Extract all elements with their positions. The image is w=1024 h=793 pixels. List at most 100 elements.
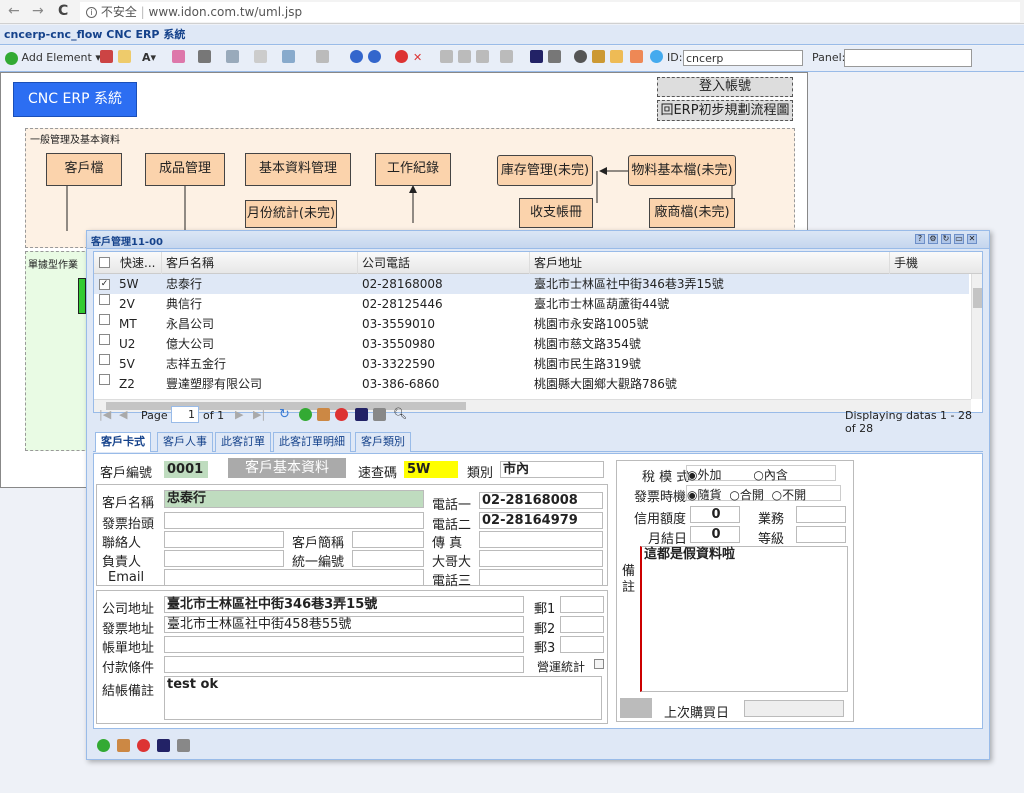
grade-field[interactable] [796, 526, 846, 543]
delete-icon[interactable] [137, 739, 150, 752]
node-basic-data[interactable]: 基本資料管理 [245, 153, 351, 186]
save-icon[interactable] [157, 739, 170, 752]
email-field[interactable] [164, 569, 424, 586]
panel-input[interactable] [844, 49, 972, 67]
table-row[interactable]: Z2 豐達塑膠有限公司 03-386-6860 桃園縣大園鄉大觀路786號 [94, 374, 969, 394]
select-all-checkbox[interactable] [99, 257, 110, 268]
type-field[interactable]: 市內 [500, 461, 604, 478]
node-work-log[interactable]: 工作紀錄 [375, 153, 451, 186]
inv-radio-off-icon[interactable]: ○ [729, 488, 739, 502]
node-supplier[interactable]: 廠商檔(未完) [649, 198, 735, 228]
doc2-icon[interactable] [458, 50, 471, 63]
save-icon[interactable] [355, 408, 368, 421]
vertical-scrollbar[interactable] [971, 274, 982, 399]
phone3-field[interactable] [479, 569, 603, 586]
zip1-field[interactable] [560, 596, 604, 613]
delete-icon[interactable]: ✕ [413, 50, 422, 66]
maximize-icon[interactable]: ▭ [954, 234, 964, 244]
tab-orders[interactable]: 此客訂單 [215, 432, 271, 452]
invoice-title-field[interactable] [164, 512, 424, 529]
table-row[interactable]: ✓ 5W 忠泰行 02-28168008 臺北市士林區社中街346巷3弄15號 [94, 274, 969, 294]
paste-icon[interactable] [118, 50, 131, 63]
id-input[interactable]: cncerp [683, 50, 803, 66]
tax-radio-on-icon[interactable]: ◉ [687, 468, 697, 482]
save-icon[interactable] [530, 50, 543, 63]
scroll-thumb[interactable] [973, 288, 982, 308]
row-checkbox[interactable] [99, 314, 110, 325]
node-ledger[interactable]: 收支帳冊 [519, 198, 593, 228]
close-icon[interactable]: ✕ [967, 234, 977, 244]
address-bar[interactable]: i 不安全 | www.idon.com.tw/uml.jsp [80, 2, 1020, 22]
first-page-icon[interactable]: |◀ [99, 408, 111, 421]
row-checkbox[interactable] [99, 354, 110, 365]
redo-icon[interactable] [368, 50, 381, 63]
edit-icon[interactable] [117, 739, 130, 752]
node-material[interactable]: 物料基本檔(未完) [628, 155, 736, 186]
table-row[interactable]: 5V 志祥五金行 03-3322590 桃園市民生路319號 [94, 354, 969, 374]
tab-order-details[interactable]: 此客訂單明細 [273, 432, 351, 452]
grid-icon[interactable] [500, 50, 513, 63]
refresh-icon[interactable]: ↻ [279, 407, 290, 422]
print-icon[interactable] [177, 739, 190, 752]
add-icon[interactable] [97, 739, 110, 752]
contact-field[interactable] [164, 531, 284, 548]
col-address[interactable]: 客戶地址 [530, 252, 890, 274]
add-icon[interactable] [299, 408, 312, 421]
window-header[interactable]: 客戶管理11-00 ? ⚙ ↻ ▭ ✕ [87, 231, 989, 249]
help-icon[interactable]: ? [915, 234, 925, 244]
pen-icon[interactable] [100, 50, 113, 63]
tax-radio-off-icon[interactable]: ○ [753, 468, 763, 482]
last-page-icon[interactable]: ▶| [253, 408, 265, 421]
fax-field[interactable] [479, 531, 603, 548]
table-icon[interactable] [316, 50, 329, 63]
tools-icon[interactable] [548, 50, 561, 63]
tab-customer-category[interactable]: 客戶類別 [355, 432, 411, 452]
row-checkbox[interactable] [99, 374, 110, 385]
remark-field[interactable]: 這都是假資料啦 [640, 546, 848, 692]
owner-field[interactable] [164, 550, 284, 567]
mobile-field[interactable] [479, 550, 603, 567]
inv-radio-off2-icon[interactable]: ○ [772, 488, 782, 502]
col-quick[interactable]: 快速... [116, 252, 162, 274]
page-icon[interactable] [254, 50, 267, 63]
add-element-button[interactable]: Add Element ▾ [5, 50, 101, 66]
close-day-field[interactable]: 0 [690, 526, 740, 543]
search-icon[interactable]: 🔍︎ [393, 407, 407, 420]
edit-icon[interactable] [317, 408, 330, 421]
addr-field[interactable]: 臺北市士林區社中街346巷3弄15號 [164, 596, 524, 613]
folder-icon[interactable] [610, 50, 623, 63]
gear-icon[interactable]: ⚙ [928, 234, 938, 244]
undo-icon[interactable] [350, 50, 363, 63]
globe-icon[interactable] [282, 50, 295, 63]
note-field[interactable]: test ok [164, 676, 602, 720]
col-phone[interactable]: 公司電話 [358, 252, 530, 274]
table-row[interactable]: U2 億大公司 03-3550980 桃園市慈文路354號 [94, 334, 969, 354]
key-icon[interactable] [592, 50, 605, 63]
reload-icon[interactable]: C [58, 3, 68, 19]
delete-icon[interactable] [335, 408, 348, 421]
refresh-icon[interactable] [630, 50, 643, 63]
font-color-icon[interactable]: A▾ [142, 50, 156, 66]
name-field[interactable]: 忠泰行 [164, 490, 424, 508]
row-checkbox[interactable] [99, 334, 110, 345]
table-row[interactable]: 2V 典信行 02-28125446 臺北市士林區葫蘆街44號 [94, 294, 969, 314]
tab-customer-staff[interactable]: 客戶人事 [157, 432, 213, 452]
phone1-field[interactable]: 02-28168008 [479, 492, 603, 509]
node-customer[interactable]: 客戶檔 [46, 153, 122, 186]
prev-page-icon[interactable]: ◀ [119, 408, 127, 421]
table-row[interactable]: MT 永昌公司 03-3559010 桃園市永安路1005號 [94, 314, 969, 334]
cust-no-field[interactable]: 0001 [164, 461, 208, 478]
refresh-icon[interactable]: ↻ [941, 234, 951, 244]
sales-field[interactable] [796, 506, 846, 523]
clock-icon[interactable] [650, 50, 663, 63]
inv-addr-field[interactable]: 臺北市士林區社中街458巷55號 [164, 616, 524, 633]
row-checkbox[interactable] [99, 294, 110, 305]
zip2-field[interactable] [560, 616, 604, 633]
page-input[interactable]: 1 [171, 406, 199, 423]
forward-icon[interactable]: → [32, 3, 44, 19]
bill-addr-field[interactable] [164, 636, 524, 653]
row-checkbox[interactable]: ✓ [99, 279, 110, 290]
short-name-field[interactable] [352, 531, 424, 548]
node-product[interactable]: 成品管理 [145, 153, 225, 186]
inv-radio-on-icon[interactable]: ◉ [687, 488, 697, 502]
